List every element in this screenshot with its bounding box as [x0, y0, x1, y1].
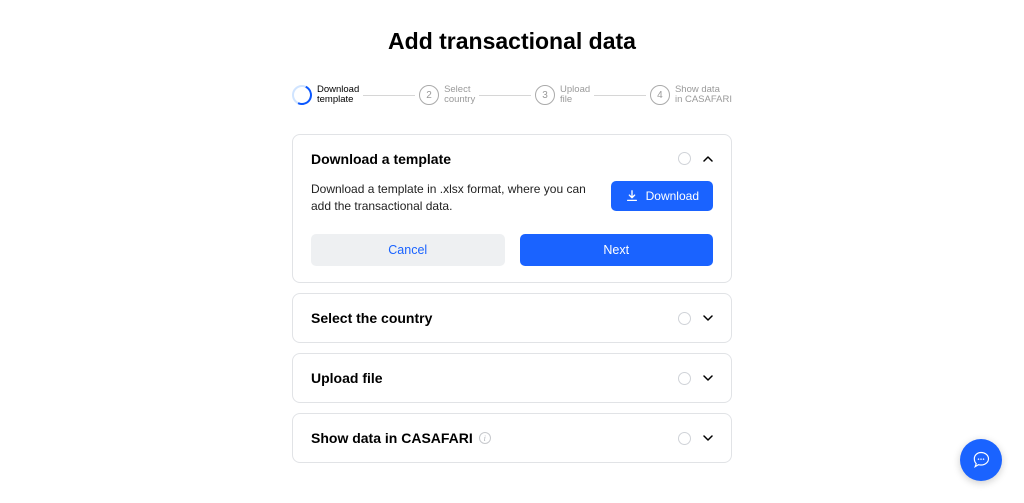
radio-indicator-icon — [678, 152, 691, 165]
chat-icon — [971, 450, 991, 470]
panel-upload-file: Upload file — [292, 353, 732, 403]
step-download: Download template — [292, 85, 359, 106]
panel-header-upload[interactable]: Upload file — [311, 370, 713, 386]
step-number-icon: 3 — [535, 85, 555, 105]
panel-description: Download a template in .xlsx format, whe… — [311, 181, 595, 215]
download-button[interactable]: Download — [611, 181, 713, 211]
next-button[interactable]: Next — [520, 234, 714, 266]
page-title: Add transactional data — [292, 28, 732, 55]
step-country: 2 Select country — [419, 85, 475, 106]
progress-spinner-icon — [292, 85, 312, 105]
step-divider — [594, 95, 646, 96]
radio-indicator-icon — [678, 432, 691, 445]
panel-title: Show data in CASAFARI i — [311, 430, 491, 446]
panel-title: Upload file — [311, 370, 383, 386]
chevron-up-icon — [703, 154, 713, 164]
panel-header-country[interactable]: Select the country — [311, 310, 713, 326]
download-icon — [625, 189, 639, 203]
stepper: Download template 2 Select country 3 Upl… — [292, 85, 732, 106]
cancel-button[interactable]: Cancel — [311, 234, 505, 266]
panel-header-download[interactable]: Download a template — [311, 151, 713, 167]
panel-title: Select the country — [311, 310, 432, 326]
panel-header-show[interactable]: Show data in CASAFARI i — [311, 430, 713, 446]
step-number-icon: 2 — [419, 85, 439, 105]
step-upload: 3 Upload file — [535, 85, 590, 106]
step-label: Upload file — [560, 85, 590, 106]
step-divider — [479, 95, 531, 96]
step-show: 4 Show data in CASAFARI — [650, 85, 732, 106]
panel-download-template: Download a template Download a template … — [292, 134, 732, 284]
radio-indicator-icon — [678, 372, 691, 385]
step-label: Download template — [317, 85, 359, 106]
step-label: Select country — [444, 85, 475, 106]
step-divider — [363, 95, 415, 96]
chevron-down-icon — [703, 373, 713, 383]
panel-show-data: Show data in CASAFARI i — [292, 413, 732, 463]
chat-fab-button[interactable] — [960, 439, 1002, 481]
step-label: Show data in CASAFARI — [675, 85, 732, 106]
panel-title: Download a template — [311, 151, 451, 167]
step-number-icon: 4 — [650, 85, 670, 105]
info-icon[interactable]: i — [479, 432, 491, 444]
chevron-down-icon — [703, 313, 713, 323]
chevron-down-icon — [703, 433, 713, 443]
radio-indicator-icon — [678, 312, 691, 325]
panel-select-country: Select the country — [292, 293, 732, 343]
